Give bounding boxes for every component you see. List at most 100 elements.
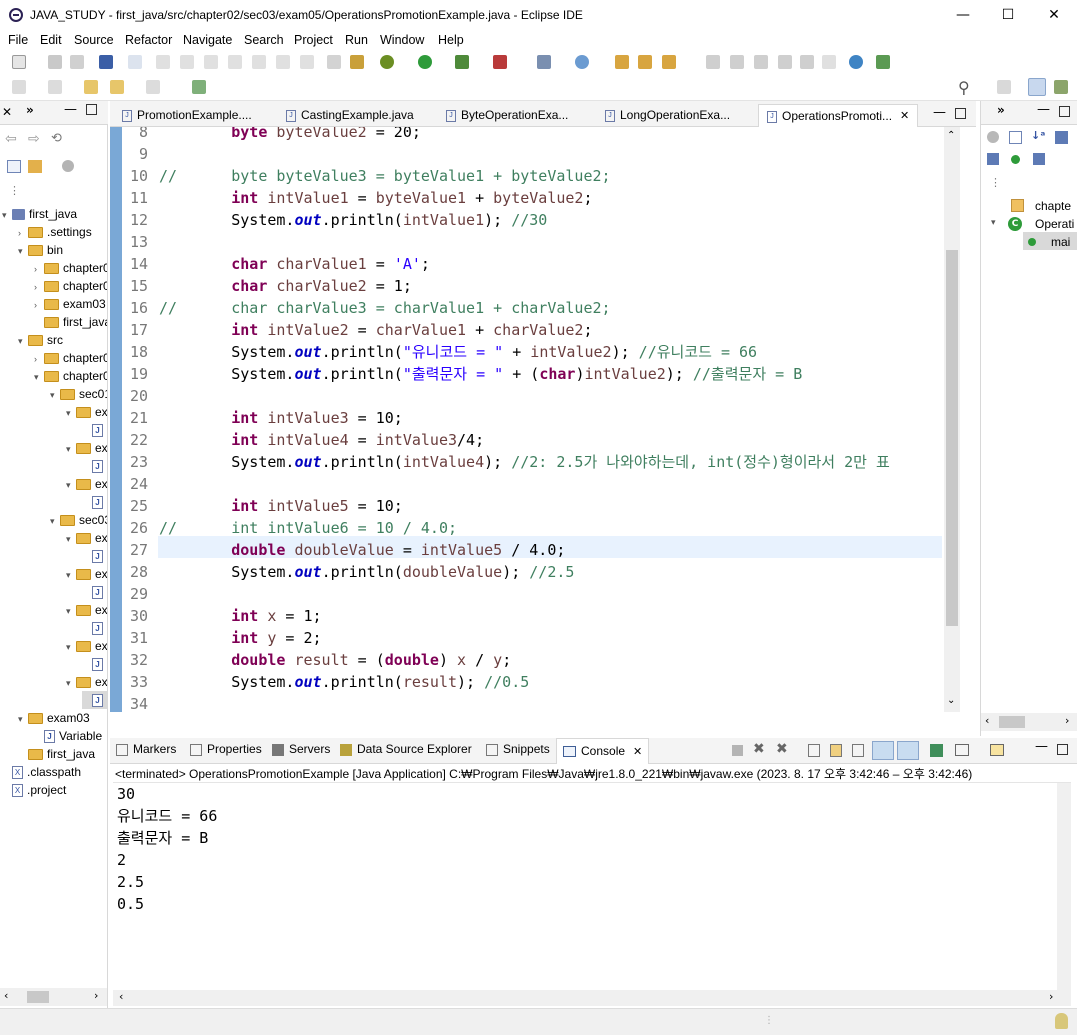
breadcrumb-icon[interactable] xyxy=(800,55,814,69)
collapse-all-icon[interactable] xyxy=(7,160,21,173)
tree-item[interactable]: J Variable xyxy=(34,727,102,745)
more-views-icon[interactable]: » xyxy=(997,103,1005,117)
code-editor[interactable]: 8 byte byteValue2 = 20; 9 10 // byte byteVa… xyxy=(110,127,976,712)
scroll-down-icon[interactable]: ⌄ xyxy=(947,695,955,706)
expand-arrow-icon[interactable]: ▾ xyxy=(66,476,76,494)
expand-arrow-icon[interactable]: › xyxy=(34,350,44,368)
clear-console-icon[interactable] xyxy=(808,744,820,757)
tab-properties[interactable]: Properties xyxy=(190,742,262,756)
block-selection-icon[interactable] xyxy=(754,55,768,69)
minimize-view-icon[interactable]: — xyxy=(1037,102,1050,117)
tab-data-source-explorer[interactable]: Data Source Explorer xyxy=(340,742,472,756)
pin-console-icon[interactable] xyxy=(930,744,943,757)
menu-search[interactable]: Search xyxy=(244,33,284,47)
sync-icon[interactable] xyxy=(987,131,999,143)
remove-launch-icon[interactable]: ✖ xyxy=(753,741,765,757)
new-class-icon[interactable] xyxy=(575,55,589,69)
close-view-icon[interactable]: ✕ xyxy=(2,105,12,119)
minimize-button[interactable]: — xyxy=(940,0,986,30)
back-icon[interactable] xyxy=(110,80,124,94)
expand-arrow-icon[interactable]: ▾ xyxy=(34,368,44,386)
show-whitespace-icon[interactable] xyxy=(822,55,836,69)
scroll-lock-icon[interactable] xyxy=(830,744,842,757)
expand-arrow-icon[interactable]: › xyxy=(34,278,44,296)
tree-item[interactable]: ▾ exar xyxy=(66,439,107,457)
debug-perspective-icon[interactable] xyxy=(1054,80,1068,94)
expand-arrow-icon[interactable]: › xyxy=(34,296,44,314)
open-task-icon[interactable] xyxy=(638,55,652,69)
tree-item[interactable]: ▾ chapter02 xyxy=(34,367,107,385)
menu-project[interactable]: Project xyxy=(294,33,333,47)
tree-item[interactable]: ▾ exar xyxy=(66,673,107,691)
tree-item[interactable]: JC xyxy=(82,583,107,601)
tab-casting-example[interactable]: J CastingExample.java xyxy=(278,104,428,127)
tab-operations-promotion[interactable]: J OperationsPromoti... ✕ xyxy=(758,104,918,127)
forward-nav-icon[interactable]: ⇨ xyxy=(28,131,40,147)
resume-icon[interactable] xyxy=(156,55,170,69)
expand-arrow-icon[interactable]: ▾ xyxy=(50,512,60,530)
tab-console[interactable]: Console ✕ xyxy=(556,738,650,764)
expand-arrow-icon[interactable]: ▾ xyxy=(66,566,76,584)
close-tab-icon[interactable]: ✕ xyxy=(900,105,909,127)
tree-item[interactable]: JC xyxy=(82,691,107,709)
previous-annotation-icon[interactable] xyxy=(48,80,62,94)
maximize-button[interactable]: ☐ xyxy=(985,0,1031,30)
close-button[interactable]: ✕ xyxy=(1031,0,1077,30)
left-hscroll-thumb[interactable] xyxy=(27,991,49,1003)
menu-source[interactable]: Source xyxy=(74,33,114,47)
external-tools-icon[interactable] xyxy=(493,55,507,69)
disconnect-icon[interactable] xyxy=(228,55,242,69)
scroll-right-icon[interactable]: › xyxy=(1065,714,1069,727)
expand-arrow-icon[interactable]: › xyxy=(18,224,28,242)
forward-icon[interactable] xyxy=(146,80,160,94)
console-vscroll[interactable] xyxy=(1057,783,1071,993)
scroll-left-icon[interactable]: ‹ xyxy=(985,714,989,727)
scroll-left-icon[interactable]: ‹ xyxy=(4,989,8,1002)
java-debug-icon[interactable] xyxy=(350,55,364,69)
server-icon[interactable] xyxy=(876,55,890,69)
tree-item[interactable]: first_java xyxy=(34,313,107,331)
hide-static-icon[interactable] xyxy=(987,153,999,165)
hide-fields-icon[interactable] xyxy=(1055,131,1068,144)
more-views-icon[interactable]: » xyxy=(26,103,34,117)
outline-item-class[interactable]: Operati xyxy=(1035,215,1074,233)
console-hscroll[interactable]: ‹ › xyxy=(113,990,1071,1006)
tree-item[interactable]: ▾ exar xyxy=(66,565,107,583)
tree-item[interactable]: ▾ first_java xyxy=(2,205,77,223)
expand-arrow-icon[interactable]: ▾ xyxy=(18,242,28,260)
tree-item[interactable]: ▾ exar xyxy=(66,475,107,493)
tree-item[interactable]: JV xyxy=(82,457,107,475)
expand-arrow-icon[interactable]: ▾ xyxy=(66,602,76,620)
menu-refactor[interactable]: Refactor xyxy=(125,33,172,47)
java-perspective-icon[interactable] xyxy=(1028,78,1046,96)
tree-item[interactable]: ▾ sec03 xyxy=(50,511,107,529)
new-java-project-icon[interactable] xyxy=(537,55,551,69)
last-edit-icon[interactable] xyxy=(84,80,98,94)
left-hscroll[interactable]: ‹ › xyxy=(0,988,107,1006)
tree-item[interactable]: ▾ exar xyxy=(66,403,107,421)
skip-breakpoints-icon[interactable] xyxy=(128,55,142,69)
expand-arrow-icon[interactable]: ▾ xyxy=(18,710,28,728)
view-menu-icon[interactable] xyxy=(62,160,74,172)
hide-local-types-icon[interactable] xyxy=(1033,153,1045,165)
step-over-icon[interactable] xyxy=(276,55,290,69)
show-stderr-icon[interactable] xyxy=(897,741,919,760)
tree-item[interactable]: first_java xyxy=(18,745,95,763)
minimize-panel-icon[interactable]: — xyxy=(1035,739,1048,754)
web-browser-icon[interactable] xyxy=(849,55,863,69)
scroll-right-icon[interactable]: › xyxy=(1049,990,1053,1003)
search-tool-icon[interactable] xyxy=(662,55,676,69)
tab-servers[interactable]: Servers xyxy=(272,742,330,756)
tree-item[interactable]: X .project xyxy=(2,781,66,799)
tree-item[interactable]: ▾ bin xyxy=(18,241,63,259)
tree-item[interactable]: › .settings xyxy=(18,223,92,241)
use-step-filters-icon[interactable] xyxy=(327,55,341,69)
view-menu-dots-icon[interactable]: ⋮ xyxy=(990,176,1001,189)
tree-item[interactable]: › chapter01 xyxy=(34,349,107,367)
tree-item[interactable]: JV xyxy=(82,421,107,439)
open-perspective-icon[interactable] xyxy=(997,80,1011,94)
step-return-icon[interactable] xyxy=(300,55,314,69)
expand-arrow-icon[interactable]: › xyxy=(34,260,44,278)
expand-arrow-icon[interactable]: ▾ xyxy=(2,206,12,224)
menu-run[interactable]: Run xyxy=(345,33,368,47)
